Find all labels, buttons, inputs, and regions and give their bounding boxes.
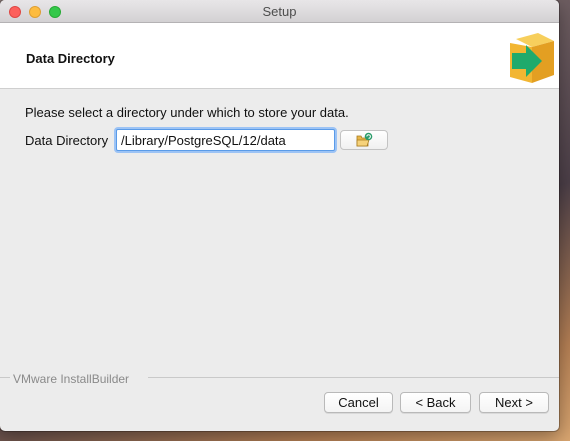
- footer-divider: [148, 377, 559, 378]
- installbuilder-brand: VMware InstallBuilder: [13, 372, 130, 386]
- browse-folder-button[interactable]: [340, 130, 388, 150]
- folder-browse-icon: [356, 132, 373, 147]
- footer-divider: [0, 377, 10, 378]
- instruction-text: Please select a directory under which to…: [25, 105, 349, 120]
- window-title: Setup: [262, 4, 297, 19]
- back-button[interactable]: < Back: [400, 392, 471, 413]
- data-directory-label: Data Directory: [25, 133, 109, 148]
- setup-window: Setup Data Directory Please select a dir…: [0, 0, 559, 431]
- next-button[interactable]: Next >: [479, 392, 549, 413]
- title-bar: Setup: [0, 0, 559, 23]
- header-panel: Data Directory: [0, 23, 559, 89]
- data-directory-input[interactable]: [116, 129, 335, 151]
- installer-box-arrow-icon: [510, 33, 554, 83]
- cancel-button[interactable]: Cancel: [324, 392, 393, 413]
- page-title: Data Directory: [26, 51, 115, 66]
